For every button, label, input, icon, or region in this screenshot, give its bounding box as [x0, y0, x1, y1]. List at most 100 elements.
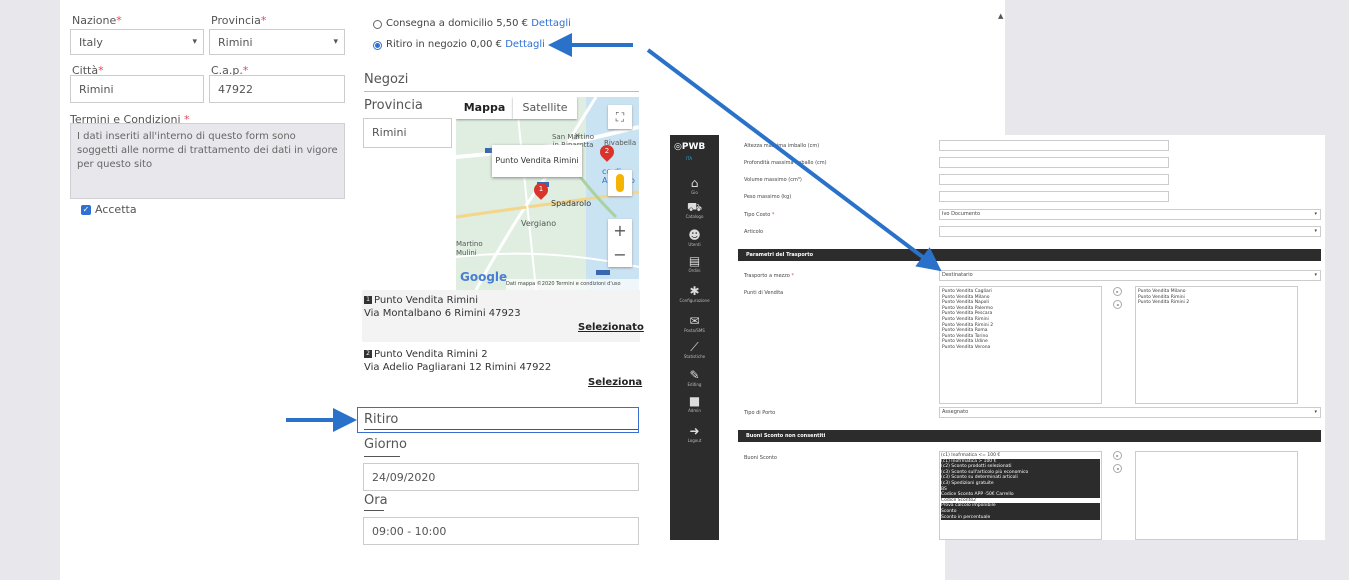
- sidebar-item-editing[interactable]: ✎ Editing: [670, 369, 719, 388]
- nazione-label: Nazione*: [72, 14, 122, 27]
- shipping-radio-home[interactable]: [373, 20, 382, 29]
- sidebar-item-admin[interactable]: ■ Admin: [670, 395, 719, 414]
- zoom-controls[interactable]: + −: [608, 219, 632, 267]
- truck-icon: ⛟: [686, 200, 703, 214]
- giorno-field[interactable]: 24/09/2020: [363, 463, 639, 491]
- accept-checkbox[interactable]: ✓: [81, 205, 91, 215]
- nazione-select[interactable]: Italy: [70, 29, 204, 55]
- mail-icon: ✉: [689, 314, 700, 328]
- store-map[interactable]: Mappa Satellite ⛶ San Martino in Riparot…: [456, 97, 639, 290]
- scroll-up-icon[interactable]: ▲: [998, 12, 1003, 20]
- store-item-1[interactable]: 1 Punto Vendita Rimini Via Montalbano 6 Ri…: [364, 294, 521, 320]
- volume-field[interactable]: [939, 174, 1169, 185]
- store-item-2[interactable]: 2 Punto Vendita Rimini 2 Via Adelio Paglia…: [364, 348, 551, 374]
- trasporto-select[interactable]: Destinatario ▾: [939, 270, 1321, 281]
- zoom-out-icon[interactable]: −: [608, 243, 632, 267]
- profondita-label: Profondità massima imballo (cm): [744, 160, 827, 166]
- punti-label: Punti di Vendita: [744, 290, 784, 296]
- buoni-available-list[interactable]: (c1) Inofrmatica <= 100 € (c1) Inofrmatic…: [939, 451, 1102, 540]
- sidebar-item-catalogo[interactable]: ⛟ Catalogo: [670, 201, 719, 220]
- articolo-select[interactable]: ▾: [939, 226, 1321, 237]
- list-item[interactable]: Sconto in percentuale: [941, 514, 1100, 521]
- gear-icon: ✱: [689, 284, 700, 298]
- sidebar-item-ordini[interactable]: ▤ Ordini: [670, 255, 719, 274]
- trasporto-header: Parametri del Trasporto: [738, 249, 1321, 261]
- users-icon: ☻: [688, 228, 701, 242]
- porto-label: Tipo di Porto: [744, 410, 776, 416]
- volume-label: Volume massimo (cm³): [744, 177, 802, 183]
- details-link[interactable]: Dettagli: [505, 39, 545, 50]
- buoni-label: Buoni Sconto: [744, 455, 777, 461]
- store-address: Via Adelio Pagliarani 12 Rimini 47922: [364, 362, 552, 373]
- map-place-label: Vergiano: [521, 219, 557, 228]
- fullscreen-icon[interactable]: ⛶: [608, 105, 632, 129]
- sidebar-item-utenti[interactable]: ☻ Utenti: [670, 229, 719, 248]
- articolo-label: Articolo: [744, 229, 764, 235]
- altezza-label: Altezza massima imballo (cm): [744, 143, 820, 149]
- sidebar-item-statistiche[interactable]: ⟋ Statistiche: [670, 341, 719, 360]
- list-item[interactable]: Punto Vendita Verona: [942, 345, 1099, 351]
- provincia-label: Provincia*: [211, 14, 267, 27]
- altezza-field[interactable]: [939, 140, 1169, 151]
- store-select-button[interactable]: Seleziona: [588, 377, 642, 388]
- pegman-icon[interactable]: [608, 170, 632, 196]
- sidebar-item-posta[interactable]: ✉ Posta/SMS: [670, 315, 719, 334]
- peso-label: Peso massimo (kg): [744, 194, 792, 200]
- profondita-field[interactable]: [939, 157, 1169, 168]
- map-place-label: Spadarolo: [551, 199, 592, 208]
- pickup-title: Ritiro: [364, 412, 399, 427]
- divider: [364, 456, 400, 457]
- citta-field[interactable]: Rimini: [70, 75, 204, 103]
- marker-number: 1: [538, 185, 544, 193]
- buoni-header: Buoni Sconto non consentiti: [738, 430, 1321, 442]
- sidebar-item-configurazione[interactable]: ✱ Configurazione: [670, 285, 719, 304]
- terms-textarea[interactable]: I dati inseriti all'interno di questo fo…: [70, 123, 345, 199]
- stores-title: Negozi: [364, 72, 409, 87]
- close-icon[interactable]: ×: [574, 131, 581, 140]
- zoom-in-icon[interactable]: +: [608, 219, 632, 243]
- tipo-costo-select[interactable]: Ivo Documento ▾: [939, 209, 1321, 220]
- trasporto-label: Trasporto a mezzo *: [744, 273, 794, 279]
- tipo-costo-label: Tipo Costo *: [744, 212, 775, 218]
- move-right-icon[interactable]: ▸: [1113, 287, 1122, 296]
- shipping-radio-store[interactable]: [373, 41, 382, 50]
- admin-sidebar: ◎PWB ITA ⌂ Gio ⛟ Catalogo ☻ Utenti ▤ Ordini …: [670, 135, 719, 540]
- lang-indicator[interactable]: ITA: [686, 156, 692, 161]
- pencil-icon: ✎: [689, 368, 700, 382]
- map-tab-satellite[interactable]: Satellite: [513, 97, 577, 119]
- logout-icon: ➜: [689, 424, 700, 438]
- cap-field[interactable]: 47922: [209, 75, 345, 103]
- map-tab-map[interactable]: Mappa: [456, 97, 513, 119]
- giorno-label: Giorno: [364, 437, 407, 452]
- accept-label: Accetta: [95, 203, 137, 216]
- punti-available-list[interactable]: Punto Vendita Cagliari Punto Vendita Mila…: [939, 286, 1102, 404]
- home-icon: ⌂: [690, 176, 699, 190]
- move-left-icon[interactable]: ◂: [1113, 300, 1122, 309]
- move-right-icon[interactable]: ▸: [1113, 451, 1122, 460]
- store-number-badge: 2: [364, 350, 372, 358]
- shipping-option-store: Ritiro in negozio 0,00 € Dettagli: [386, 39, 545, 50]
- map-place-label: Martino Mulini: [456, 240, 483, 257]
- sidebar-item-logout[interactable]: ➜ Logout: [670, 425, 719, 444]
- list-item[interactable]: Punto Vendita Rimini 2: [1138, 300, 1295, 306]
- document-icon: ▤: [688, 254, 701, 268]
- admin-panel: ◎PWB ITA ⌂ Gio ⛟ Catalogo ☻ Utenti ▤ Ordini …: [670, 135, 1325, 540]
- store-selected-button[interactable]: Selezionato: [578, 322, 644, 333]
- peso-field[interactable]: [939, 191, 1169, 202]
- ora-label: Ora: [364, 493, 388, 508]
- move-left-icon[interactable]: ◂: [1113, 464, 1122, 473]
- porto-select[interactable]: Assegnato ▾: [939, 407, 1321, 418]
- stores-provincia-field[interactable]: Rimini: [363, 118, 452, 148]
- marker-number: 2: [604, 147, 610, 155]
- store-name: Punto Vendita Rimini: [374, 295, 479, 306]
- sidebar-item-home[interactable]: ⌂ Gio: [670, 177, 719, 196]
- divider: [364, 91, 639, 92]
- details-link[interactable]: Dettagli: [531, 18, 571, 29]
- stores-provincia-label: Provincia: [364, 98, 423, 113]
- map-attribution[interactable]: Dati mappa ©2020 Termini e condizioni d'…: [506, 279, 639, 290]
- divider: [364, 510, 384, 511]
- provincia-select[interactable]: Rimini: [209, 29, 345, 55]
- ora-field[interactable]: 09:00 - 10:00: [363, 517, 639, 545]
- punti-selected-list[interactable]: Punto Vendita Milano Punto Vendita Rimini…: [1135, 286, 1298, 404]
- buoni-selected-list[interactable]: [1135, 451, 1298, 540]
